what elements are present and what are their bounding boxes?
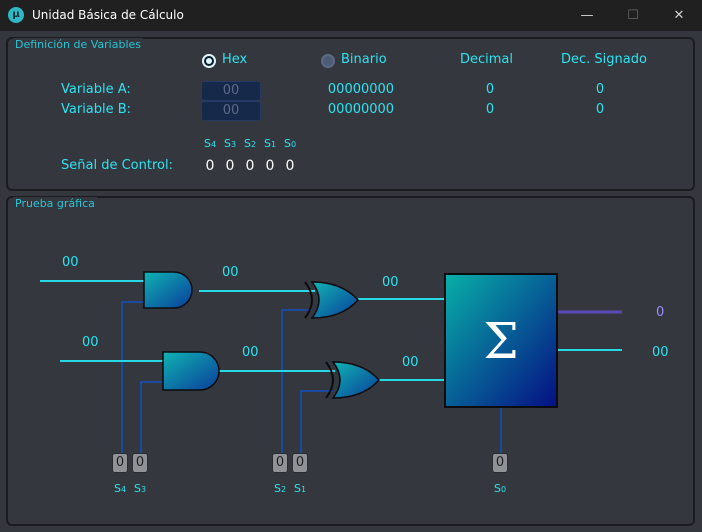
circuit-diagram: Σ 00 00 00 00 00 00 00 0 (40, 255, 669, 454)
toggle-label-s3: S3 (134, 482, 147, 495)
xor-gate-bottom (325, 361, 381, 399)
toggle-label-s4: S4 (114, 482, 127, 495)
and-gate-top (143, 271, 193, 309)
sum-symbol: Σ (483, 312, 518, 370)
toggle-label-s2: S2 (274, 482, 287, 495)
app-window: µ Unidad Básica de Cálculo — ☐ ✕ Definic… (0, 0, 702, 532)
toggle-s3[interactable]: 0 (132, 453, 148, 473)
toggle-s2[interactable]: 0 (272, 453, 288, 473)
toggle-label-s1: S1 (294, 482, 307, 495)
and-gate-bottom (162, 351, 220, 391)
toggle-s1[interactable]: 0 (292, 453, 308, 473)
result-output-value: 00 (652, 345, 669, 360)
carry-output-value: 0 (656, 305, 664, 320)
toggle-s0[interactable]: 0 (492, 453, 508, 473)
and-top-output-value: 00 (222, 265, 239, 280)
control-wire-s2 (281, 309, 312, 454)
xor-gate-top (304, 281, 360, 319)
input-a-value: 00 (62, 255, 79, 270)
and-bottom-output-value: 00 (242, 345, 259, 360)
control-wire-s3 (140, 381, 164, 454)
toggle-label-s0: S0 (494, 482, 507, 495)
input-b-value: 00 (82, 335, 99, 350)
control-wire-s1 (300, 390, 333, 454)
xor-bottom-output-value: 00 (402, 355, 419, 370)
toggle-s4[interactable]: 0 (112, 453, 128, 473)
xor-top-output-value: 00 (382, 275, 399, 290)
